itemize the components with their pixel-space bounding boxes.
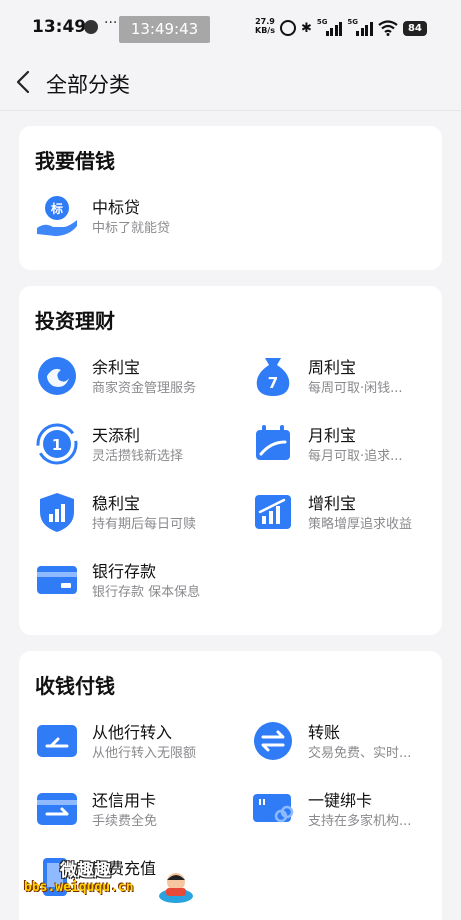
calendar-icon: [256, 425, 290, 460]
item-name: 一键绑卡: [308, 791, 373, 810]
watermark-text: 微趣趣: [60, 861, 111, 881]
item-bank-deposit[interactable]: 银行存款 银行存款 保本保息: [35, 554, 240, 604]
battery-icon: 84: [402, 20, 427, 36]
back-arrow-icon[interactable]: [12, 68, 38, 96]
section-borrow: 我要借钱 标 中标贷 中标了就能贷: [19, 126, 442, 270]
transfer-in-icon: [37, 725, 77, 757]
item-name: 月利宝: [308, 426, 357, 445]
top-nav: 全部分类: [0, 58, 461, 110]
page-title: 全部分类: [46, 73, 130, 97]
item-name: 增利宝: [308, 494, 357, 513]
item-bind-card[interactable]: 一键绑卡 支持在多家机构...: [251, 783, 436, 833]
growth-chart-icon: [255, 495, 291, 529]
status-bar: 13:49 ··· 13:49:43 27.9 KB/s ✱ 5G 5G 84: [0, 0, 461, 58]
link-card-icon: [253, 794, 294, 823]
item-desc: 策略增厚追求收益: [308, 517, 413, 532]
bank-card-icon: [37, 566, 77, 594]
item-wenlibao[interactable]: 稳利宝 持有期后每日可赎: [35, 486, 240, 536]
nav-divider: [0, 110, 461, 111]
item-desc: 银行存款 保本保息: [92, 585, 201, 600]
watermark-mascot-icon: [159, 873, 193, 903]
section-invest: 投资理财 余利宝 商家资金管理服务 7 周利宝 每周可取·闲钱... 1 天添利…: [19, 286, 442, 635]
item-desc: 从他行转入无限额: [92, 746, 197, 761]
item-desc: 手续费全免: [92, 814, 158, 829]
item-desc: 持有期后每日可赎: [92, 517, 197, 532]
item-desc: 中标了就能贷: [92, 221, 171, 236]
alarm-icon: [280, 20, 296, 36]
item-transfer[interactable]: 转账 交易免费、实时...: [251, 715, 436, 765]
network-speed: 27.9 KB/s: [255, 17, 275, 35]
signal-icon-2: 5G: [347, 18, 373, 36]
shield-chart-icon: [40, 493, 74, 532]
more-notifications-indicator: ···: [104, 15, 118, 31]
item-name: 中标贷: [92, 198, 141, 217]
signal-icon: 5G: [317, 18, 343, 36]
item-name: 从他行转入: [92, 723, 173, 742]
item-transfer-in[interactable]: 从他行转入 从他行转入无限额: [35, 715, 240, 765]
item-desc: 商家资金管理服务: [92, 381, 197, 396]
exchange-icon: [254, 722, 292, 760]
svg-text:标: 标: [50, 201, 63, 216]
money-bag-icon: 7: [256, 358, 290, 396]
section-title: 我要借钱: [35, 149, 115, 173]
item-name: 还信用卡: [92, 791, 157, 810]
credit-card-icon: [37, 793, 77, 825]
item-zhoulibao[interactable]: 7 周利宝 每周可取·闲钱...: [251, 350, 436, 400]
svg-text:7: 7: [268, 374, 278, 392]
item-desc: 支持在多家机构...: [308, 814, 412, 829]
item-name: 周利宝: [308, 358, 357, 377]
item-zhongbiaodai[interactable]: 标 中标贷 中标了就能贷: [35, 190, 235, 240]
item-desc: 每月可取·追求...: [308, 449, 403, 464]
wave-coin-icon: [38, 357, 76, 395]
item-yuelibao[interactable]: 月利宝 每月可取·追求...: [251, 418, 436, 468]
wifi-icon: [378, 20, 398, 36]
watermark-url: bbs.weiququ.cn: [24, 880, 134, 895]
bluetooth-icon: ✱: [301, 20, 312, 36]
item-zenglibao[interactable]: 增利宝 策略增厚追求收益: [251, 486, 436, 536]
section-title: 收钱付钱: [35, 674, 115, 698]
item-repay-credit-card[interactable]: 还信用卡 手续费全免: [35, 783, 240, 833]
clock-overlay: 13:49:43: [119, 16, 210, 43]
item-name: 银行存款: [92, 562, 157, 581]
item-name: 余利宝: [92, 358, 141, 377]
svg-text:1: 1: [52, 436, 62, 454]
hand-coin-icon: 标: [37, 196, 77, 236]
item-name: 转账: [308, 723, 341, 742]
item-name: 稳利宝: [92, 494, 141, 513]
item-desc: 每周可取·闲钱...: [308, 381, 403, 396]
daily-cycle-icon: 1: [36, 423, 78, 465]
notification-icon: [84, 20, 98, 34]
item-name: 天添利: [92, 426, 141, 445]
item-tiantianli[interactable]: 1 天添利 灵活攒钱新选择: [35, 418, 240, 468]
section-title: 投资理财: [35, 309, 115, 333]
item-desc: 灵活攒钱新选择: [92, 449, 184, 464]
item-yulibao[interactable]: 余利宝 商家资金管理服务: [35, 350, 240, 400]
status-time: 13:49: [32, 17, 87, 37]
item-desc: 交易免费、实时...: [308, 746, 412, 761]
